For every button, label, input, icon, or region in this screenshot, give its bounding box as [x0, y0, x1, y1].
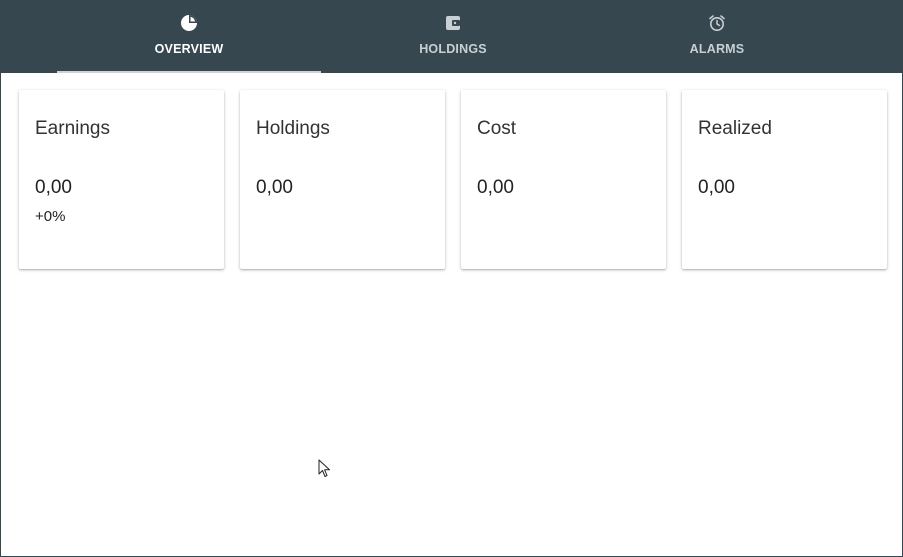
tab-overview[interactable]: OVERVIEW: [57, 1, 321, 73]
card-value: 0,00: [256, 177, 293, 198]
earnings-card: Earnings 0,00 +0%: [19, 90, 224, 269]
card-change-percent: +0%: [35, 208, 66, 225]
tab-holdings[interactable]: HOLDINGS: [321, 1, 585, 73]
holdings-card: Holdings 0,00: [240, 90, 445, 269]
active-tab-indicator: [57, 71, 321, 73]
realized-card: Realized 0,00: [682, 90, 887, 269]
card-title: Earnings: [35, 118, 110, 139]
mouse-pointer-icon: [318, 459, 330, 477]
tab-bar: OVERVIEW HOLDINGS ALARMS: [1, 1, 902, 73]
pie-chart-icon: [179, 13, 199, 33]
card-title: Holdings: [256, 118, 330, 139]
card-value: 0,00: [35, 177, 72, 198]
app-window: OVERVIEW HOLDINGS ALARMS Earnings 0,00 +…: [0, 0, 903, 557]
alarm-clock-icon: [707, 13, 727, 33]
card-value: 0,00: [698, 177, 735, 198]
card-title: Realized: [698, 118, 772, 139]
tab-label: OVERVIEW: [154, 42, 224, 56]
card-value: 0,00: [477, 177, 514, 198]
card-title: Cost: [477, 118, 517, 139]
tab-alarms[interactable]: ALARMS: [585, 1, 849, 73]
tab-label: ALARMS: [689, 42, 745, 56]
wallet-icon: [443, 13, 463, 33]
tab-label: HOLDINGS: [419, 42, 487, 56]
cost-card: Cost 0,00: [461, 90, 666, 269]
